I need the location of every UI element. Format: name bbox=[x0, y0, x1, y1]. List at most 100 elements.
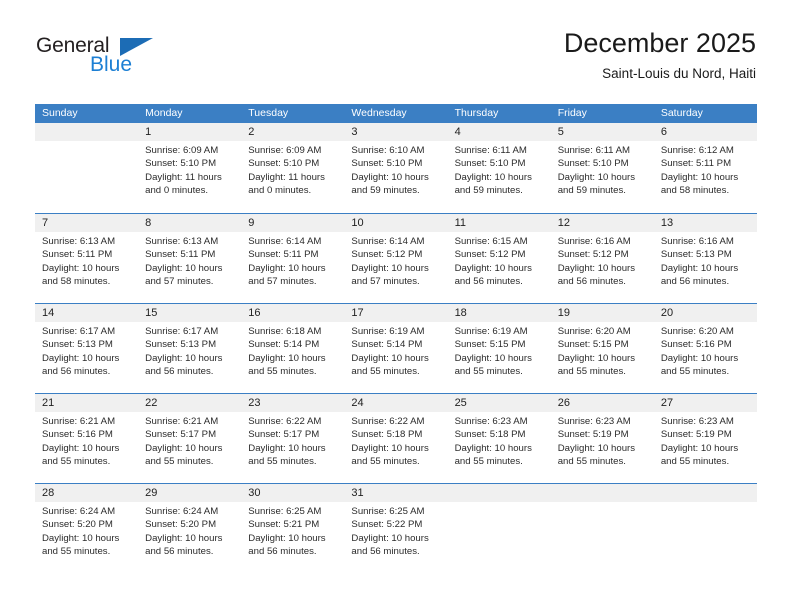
day-cell[interactable]: 14 Sunrise: 6:17 AM Sunset: 5:13 PM Dayligh… bbox=[35, 304, 139, 393]
daylight-text-line1: Daylight: 11 hours bbox=[248, 171, 325, 183]
day-cell[interactable]: 27 Sunrise: 6:23 AM Sunset: 5:19 PM Dayligh… bbox=[653, 394, 757, 483]
day-cell[interactable]: 29 Sunrise: 6:24 AM Sunset: 5:20 PM Dayligh… bbox=[138, 484, 242, 573]
daylight-text-line2: and 55 minutes. bbox=[454, 455, 523, 467]
day-info: Sunrise: 6:10 AM Sunset: 5:10 PM Daylight:… bbox=[344, 141, 447, 197]
day-cell[interactable]: 19 Sunrise: 6:20 AM Sunset: 5:15 PM Dayligh… bbox=[550, 304, 654, 393]
sunrise-text: Sunrise: 6:19 AM bbox=[454, 326, 528, 337]
day-cell[interactable]: 31 Sunrise: 6:25 AM Sunset: 5:22 PM Dayligh… bbox=[344, 484, 448, 573]
day-cell[interactable]: 12 Sunrise: 6:16 AM Sunset: 5:12 PM Dayligh… bbox=[550, 214, 654, 303]
day-info: Sunrise: 6:14 AM Sunset: 5:11 PM Daylight:… bbox=[241, 232, 344, 288]
sunrise-text: Sunrise: 6:21 AM bbox=[145, 416, 219, 427]
day-info: Sunrise: 6:12 AM Sunset: 5:11 PM Daylight:… bbox=[654, 141, 757, 197]
daylight-text-line2: and 56 minutes. bbox=[145, 365, 214, 377]
day-cell[interactable]: 26 Sunrise: 6:23 AM Sunset: 5:19 PM Dayligh… bbox=[550, 394, 654, 483]
sunrise-text: Sunrise: 6:19 AM bbox=[351, 326, 425, 337]
day-info: Sunrise: 6:09 AM Sunset: 5:10 PM Daylight:… bbox=[138, 141, 241, 197]
daylight-text-line1: Daylight: 10 hours bbox=[351, 442, 429, 454]
day-cell[interactable]: 22 Sunrise: 6:21 AM Sunset: 5:17 PM Dayligh… bbox=[138, 394, 242, 483]
daylight-text-line1: Daylight: 10 hours bbox=[454, 442, 532, 454]
day-info: Sunrise: 6:25 AM Sunset: 5:22 PM Daylight:… bbox=[344, 502, 447, 558]
day-cell[interactable]: 21 Sunrise: 6:21 AM Sunset: 5:16 PM Dayligh… bbox=[35, 394, 139, 483]
daylight-text-line2: and 58 minutes. bbox=[660, 184, 730, 196]
daylight-text-line1: Daylight: 10 hours bbox=[248, 262, 326, 274]
logo-text-blue: Blue bbox=[90, 53, 133, 76]
daylight-text-line1: Daylight: 10 hours bbox=[660, 262, 739, 274]
daylight-text-line2: and 56 minutes. bbox=[660, 275, 730, 287]
daylight-text-line1: Daylight: 10 hours bbox=[42, 532, 120, 544]
day-info: Sunrise: 6:14 AM Sunset: 5:12 PM Daylight:… bbox=[344, 232, 447, 288]
sunset-text: Sunset: 5:19 PM bbox=[660, 429, 732, 441]
daylight-text-line2: and 55 minutes. bbox=[660, 455, 730, 467]
sunrise-text: Sunrise: 6:13 AM bbox=[145, 236, 219, 247]
calendar-grid: Sunday Monday Tuesday Wednesday Thursday… bbox=[35, 104, 757, 573]
day-cell[interactable]: 1 Sunrise: 6:09 AM Sunset: 5:10 PM Daylight… bbox=[138, 123, 242, 213]
daylight-text-line1: Daylight: 10 hours bbox=[454, 352, 532, 364]
sunset-text: Sunset: 5:15 PM bbox=[454, 339, 526, 351]
day-info: Sunrise: 6:11 AM Sunset: 5:10 PM Daylight:… bbox=[448, 141, 551, 197]
day-number: 17 bbox=[344, 304, 448, 322]
day-info: Sunrise: 6:21 AM Sunset: 5:17 PM Daylight:… bbox=[138, 412, 241, 468]
day-number: 15 bbox=[138, 304, 242, 322]
day-cell[interactable]: 16 Sunrise: 6:18 AM Sunset: 5:14 PM Dayligh… bbox=[241, 304, 345, 393]
sunset-text: Sunset: 5:13 PM bbox=[660, 249, 732, 261]
daylight-text-line2: and 58 minutes. bbox=[42, 275, 111, 287]
sunrise-text: Sunrise: 6:25 AM bbox=[351, 506, 425, 517]
day-info: Sunrise: 6:23 AM Sunset: 5:19 PM Daylight:… bbox=[654, 412, 757, 468]
day-cell[interactable]: 30 Sunrise: 6:25 AM Sunset: 5:21 PM Dayligh… bbox=[241, 484, 345, 573]
sunrise-text: Sunrise: 6:24 AM bbox=[145, 506, 219, 517]
day-cell[interactable]: 23 Sunrise: 6:22 AM Sunset: 5:17 PM Dayligh… bbox=[241, 394, 345, 483]
day-info: Sunrise: 6:15 AM Sunset: 5:12 PM Daylight:… bbox=[448, 232, 551, 288]
day-cell[interactable]: 8 Sunrise: 6:13 AM Sunset: 5:11 PM Daylight… bbox=[138, 214, 242, 303]
day-info: Sunrise: 6:11 AM Sunset: 5:10 PM Daylight:… bbox=[551, 141, 654, 197]
day-cell[interactable]: 25 Sunrise: 6:23 AM Sunset: 5:18 PM Dayligh… bbox=[447, 394, 551, 483]
day-cell[interactable]: 10 Sunrise: 6:14 AM Sunset: 5:12 PM Dayligh… bbox=[344, 214, 448, 303]
daylight-text-line2: and 57 minutes. bbox=[145, 275, 214, 287]
sunrise-text: Sunrise: 6:23 AM bbox=[454, 416, 528, 427]
sunset-text: Sunset: 5:10 PM bbox=[351, 158, 423, 170]
daylight-text-line2: and 59 minutes. bbox=[454, 184, 523, 196]
day-cell[interactable]: 4 Sunrise: 6:11 AM Sunset: 5:10 PM Daylight… bbox=[447, 123, 551, 213]
day-cell[interactable]: 13 Sunrise: 6:16 AM Sunset: 5:13 PM Dayligh… bbox=[653, 214, 757, 303]
sunset-text: Sunset: 5:21 PM bbox=[248, 519, 320, 531]
daylight-text-line1: Daylight: 10 hours bbox=[351, 352, 429, 364]
day-cell-empty bbox=[35, 123, 139, 213]
daylight-text-line1: Daylight: 10 hours bbox=[145, 442, 223, 454]
sunrise-text: Sunrise: 6:20 AM bbox=[660, 326, 734, 337]
day-number: 10 bbox=[344, 214, 448, 232]
day-info: Sunrise: 6:18 AM Sunset: 5:14 PM Daylight:… bbox=[241, 322, 344, 378]
day-cell[interactable]: 17 Sunrise: 6:19 AM Sunset: 5:14 PM Dayligh… bbox=[344, 304, 448, 393]
day-info: Sunrise: 6:16 AM Sunset: 5:12 PM Daylight:… bbox=[551, 232, 654, 288]
day-cell[interactable]: 20 Sunrise: 6:20 AM Sunset: 5:16 PM Dayligh… bbox=[653, 304, 757, 393]
day-cell[interactable]: 18 Sunrise: 6:19 AM Sunset: 5:15 PM Dayligh… bbox=[447, 304, 551, 393]
generalblue-logo[interactable]: General Blue bbox=[36, 34, 166, 80]
daylight-text-line2: and 55 minutes. bbox=[145, 455, 214, 467]
day-cell[interactable]: 11 Sunrise: 6:15 AM Sunset: 5:12 PM Dayligh… bbox=[447, 214, 551, 303]
daylight-text-line2: and 55 minutes. bbox=[660, 365, 730, 377]
sunrise-text: Sunrise: 6:23 AM bbox=[557, 416, 631, 427]
daylight-text-line1: Daylight: 10 hours bbox=[351, 171, 429, 183]
day-cell[interactable]: 5 Sunrise: 6:11 AM Sunset: 5:10 PM Daylight… bbox=[550, 123, 654, 213]
sunset-text: Sunset: 5:20 PM bbox=[42, 519, 113, 531]
sunset-text: Sunset: 5:11 PM bbox=[145, 249, 216, 261]
day-cell[interactable]: 2 Sunrise: 6:09 AM Sunset: 5:10 PM Daylight… bbox=[241, 123, 345, 213]
day-cell[interactable]: 7 Sunrise: 6:13 AM Sunset: 5:11 PM Daylight… bbox=[35, 214, 139, 303]
day-cell[interactable]: 3 Sunrise: 6:10 AM Sunset: 5:10 PM Daylight… bbox=[344, 123, 448, 213]
day-cell[interactable]: 28 Sunrise: 6:24 AM Sunset: 5:20 PM Dayligh… bbox=[35, 484, 139, 573]
day-number: 21 bbox=[35, 394, 139, 412]
sunset-text: Sunset: 5:12 PM bbox=[454, 249, 526, 261]
daylight-text-line2: and 56 minutes. bbox=[557, 275, 626, 287]
day-cell[interactable]: 15 Sunrise: 6:17 AM Sunset: 5:13 PM Dayligh… bbox=[138, 304, 242, 393]
day-info: Sunrise: 6:19 AM Sunset: 5:14 PM Daylight:… bbox=[344, 322, 447, 378]
sunset-text: Sunset: 5:11 PM bbox=[660, 158, 732, 170]
week-row: 28 Sunrise: 6:24 AM Sunset: 5:20 PM Dayligh… bbox=[35, 483, 757, 573]
day-number: 28 bbox=[35, 484, 139, 502]
day-cell[interactable]: 24 Sunrise: 6:22 AM Sunset: 5:18 PM Dayligh… bbox=[344, 394, 448, 483]
day-number: 29 bbox=[138, 484, 242, 502]
day-info: Sunrise: 6:19 AM Sunset: 5:15 PM Daylight:… bbox=[448, 322, 551, 378]
day-cell[interactable]: 9 Sunrise: 6:14 AM Sunset: 5:11 PM Daylight… bbox=[241, 214, 345, 303]
daylight-text-line2: and 57 minutes. bbox=[351, 275, 420, 287]
daylight-text-line2: and 56 minutes. bbox=[42, 365, 111, 377]
sunset-text: Sunset: 5:10 PM bbox=[145, 158, 217, 170]
day-number: 13 bbox=[653, 214, 757, 232]
day-cell[interactable]: 6 Sunrise: 6:12 AM Sunset: 5:11 PM Daylight… bbox=[653, 123, 757, 213]
